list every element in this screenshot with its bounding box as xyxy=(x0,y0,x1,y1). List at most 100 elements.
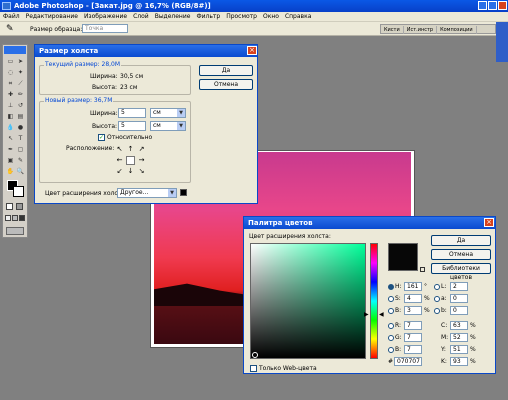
picker-ok-button[interactable]: Да xyxy=(431,235,491,246)
menu-filter[interactable]: Фильтр xyxy=(193,12,223,22)
magic-wand-icon[interactable]: ✦ xyxy=(16,68,25,77)
palette-tab-comps[interactable]: Композиции xyxy=(437,26,477,34)
type-tool-icon[interactable]: T xyxy=(16,134,25,143)
palette-tab-tool-presets[interactable]: Ист.инстр xyxy=(404,26,438,34)
hand-tool-icon[interactable]: ✋ xyxy=(6,167,15,176)
menu-file[interactable]: Файл xyxy=(0,12,23,22)
marquee-tool-icon[interactable]: ▭ xyxy=(6,57,15,66)
magenta-input[interactable]: 52 xyxy=(450,333,468,342)
extension-color-select[interactable]: Другое... ▼ xyxy=(117,188,177,198)
new-width-input[interactable]: 5 xyxy=(118,108,146,118)
lab-a-radio[interactable] xyxy=(434,296,440,302)
move-tool-icon[interactable]: ➤ xyxy=(16,57,25,66)
new-height-input[interactable]: 5 xyxy=(118,121,146,131)
notes-tool-icon[interactable]: ▣ xyxy=(6,156,15,165)
anchor-w-arrow-icon[interactable]: ← xyxy=(115,156,124,165)
history-brush-icon[interactable]: ↺ xyxy=(16,101,25,110)
hue-radio[interactable] xyxy=(388,284,394,290)
path-select-icon[interactable]: ↖ xyxy=(6,134,15,143)
healing-brush-icon[interactable]: ✚ xyxy=(6,90,15,99)
minimize-button[interactable] xyxy=(478,1,487,10)
color-field-cursor[interactable] xyxy=(252,352,258,358)
menu-image[interactable]: Изображение xyxy=(81,12,130,22)
new-height-unit-select[interactable]: см ▼ xyxy=(150,121,186,131)
maximize-button[interactable] xyxy=(488,1,497,10)
color-libraries-button[interactable]: Библиотеки цветов xyxy=(431,263,491,281)
anchor-center-cell[interactable] xyxy=(126,156,135,165)
hue-slider[interactable] xyxy=(370,243,378,359)
menu-help[interactable]: Справка xyxy=(282,12,314,22)
blue-input[interactable]: 7 xyxy=(404,345,422,354)
sample-size-select[interactable]: Точка xyxy=(82,24,128,33)
eraser-tool-icon[interactable]: ◧ xyxy=(6,112,15,121)
lab-b-radio[interactable] xyxy=(434,308,440,314)
shape-tool-icon[interactable]: ▢ xyxy=(16,145,25,154)
red-radio[interactable] xyxy=(388,323,394,329)
lab-b-input[interactable]: 0 xyxy=(450,306,468,315)
anchor-sw-arrow-icon[interactable]: ↙ xyxy=(115,167,124,176)
saturation-radio[interactable] xyxy=(388,296,394,302)
crop-tool-icon[interactable]: ⌗ xyxy=(6,79,15,88)
anchor-se-arrow-icon[interactable]: ↘ xyxy=(137,167,146,176)
brightness-radio[interactable] xyxy=(388,308,394,314)
screen-mode-standard-icon[interactable] xyxy=(5,215,11,221)
pen-tool-icon[interactable]: ✒ xyxy=(6,145,15,154)
menu-edit[interactable]: Редактирование xyxy=(23,12,81,22)
eyedropper-icon[interactable]: ✎ xyxy=(6,24,14,34)
hue-slider-right-arrow-icon[interactable]: ◀ xyxy=(379,311,384,318)
green-input[interactable]: 7 xyxy=(404,333,422,342)
gradient-tool-icon[interactable]: ▤ xyxy=(16,112,25,121)
screen-mode-menu-icon[interactable] xyxy=(12,215,18,221)
stamp-tool-icon[interactable]: ⊥ xyxy=(6,101,15,110)
quick-mask-icon[interactable] xyxy=(16,203,23,210)
green-radio[interactable] xyxy=(388,335,394,341)
saturation-input[interactable]: 4 xyxy=(404,294,422,303)
palette-tab-brushes[interactable]: Кисти xyxy=(381,26,404,34)
extension-color-swatch[interactable] xyxy=(180,189,187,196)
web-safe-cube-icon[interactable] xyxy=(420,267,425,272)
canvas-cancel-button[interactable]: Отмена xyxy=(199,79,253,90)
color-field[interactable] xyxy=(250,243,366,359)
anchor-nw-arrow-icon[interactable]: ↖ xyxy=(115,145,124,154)
toolbox-header[interactable] xyxy=(4,46,26,54)
standard-mode-icon[interactable] xyxy=(6,203,13,210)
menu-window[interactable]: Окно xyxy=(260,12,282,22)
picker-cancel-button[interactable]: Отмена xyxy=(431,249,491,260)
black-input[interactable]: 93 xyxy=(450,357,468,366)
color-picker-close-icon[interactable]: × xyxy=(484,218,494,227)
eyedropper-tool-icon[interactable]: ✎ xyxy=(16,156,25,165)
menu-select[interactable]: Выделение xyxy=(152,12,194,22)
lab-a-input[interactable]: 0 xyxy=(450,294,468,303)
hue-slider-left-arrow-icon[interactable]: ▶ xyxy=(364,311,369,318)
blue-radio[interactable] xyxy=(388,347,394,353)
brush-tool-icon[interactable]: ✏ xyxy=(16,90,25,99)
hue-input[interactable]: 161 xyxy=(404,282,422,291)
menu-view[interactable]: Просмотр xyxy=(223,12,260,22)
jump-to-imageready-icon[interactable] xyxy=(6,227,24,235)
relative-checkbox[interactable]: ✓ xyxy=(98,134,105,141)
menu-layer[interactable]: Слой xyxy=(130,12,152,22)
color-picker-title-bar[interactable]: Палитра цветов xyxy=(244,217,495,229)
anchor-e-arrow-icon[interactable]: → xyxy=(137,156,146,165)
canvas-ok-button[interactable]: Да xyxy=(199,65,253,76)
dodge-tool-icon[interactable]: ● xyxy=(16,123,25,132)
screen-mode-full-icon[interactable] xyxy=(19,215,25,221)
lab-l-input[interactable]: 2 xyxy=(450,282,468,291)
zoom-tool-icon[interactable]: 🔍 xyxy=(16,167,25,176)
close-app-button[interactable] xyxy=(498,1,507,10)
canvas-dialog-close-icon[interactable]: × xyxy=(247,46,257,55)
canvas-size-title-bar[interactable]: Размер холста xyxy=(35,45,257,57)
blur-tool-icon[interactable]: 💧 xyxy=(6,123,15,132)
web-colors-only-checkbox[interactable] xyxy=(250,365,257,372)
brightness-input[interactable]: 3 xyxy=(404,306,422,315)
cyan-input[interactable]: 63 xyxy=(450,321,468,330)
hex-input[interactable]: 070707 xyxy=(394,357,422,366)
lasso-tool-icon[interactable]: ◌ xyxy=(6,68,15,77)
lab-l-radio[interactable] xyxy=(434,284,440,290)
anchor-ne-arrow-icon[interactable]: ↗ xyxy=(137,145,146,154)
background-color-swatch[interactable] xyxy=(13,186,24,197)
red-input[interactable]: 7 xyxy=(404,321,422,330)
anchor-n-arrow-icon[interactable]: ↑ xyxy=(126,145,135,154)
anchor-s-arrow-icon[interactable]: ↓ xyxy=(126,167,135,176)
new-width-unit-select[interactable]: см ▼ xyxy=(150,108,186,118)
